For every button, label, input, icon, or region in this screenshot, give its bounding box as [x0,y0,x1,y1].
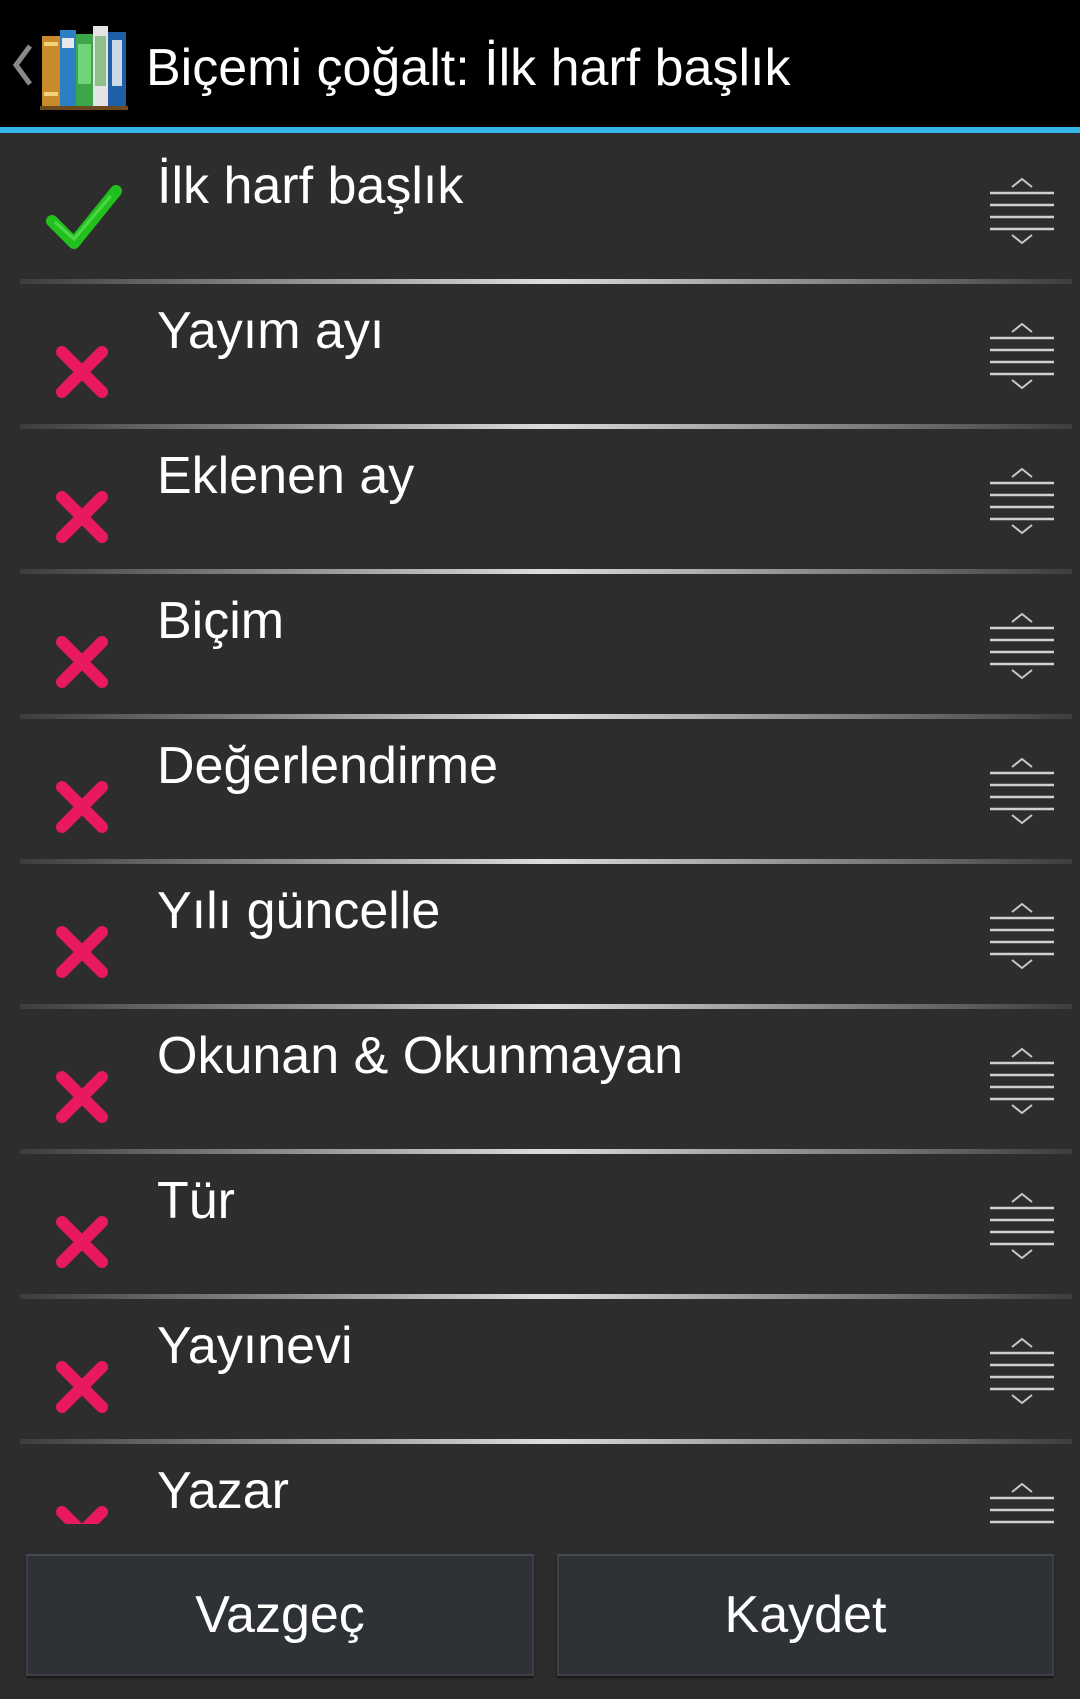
cross-icon[interactable] [46,906,122,982]
list-item-label: Yazar [157,1462,289,1520]
books-app-icon[interactable] [40,22,128,110]
drag-handle-icon[interactable] [986,755,1058,827]
list-item[interactable]: Eklenen ay [0,429,1080,574]
list-item[interactable]: Yılı güncelle [0,864,1080,1009]
list-item-label: Yayınevi [157,1317,353,1375]
cross-icon[interactable] [46,1341,122,1417]
list-item[interactable]: Biçim [0,574,1080,719]
list-item-label: Yayım ayı [157,302,385,360]
list-item-label: Biçim [157,592,285,650]
cross-icon[interactable] [46,471,122,547]
list-item[interactable]: İlk harf başlık [0,139,1080,284]
cancel-button[interactable]: Vazgeç [26,1554,534,1676]
drag-handle-icon[interactable] [986,610,1058,682]
cross-icon[interactable] [46,1486,122,1524]
cross-icon[interactable] [46,326,122,402]
checkmark-icon[interactable] [46,181,122,257]
list-item-label: İlk harf başlık [157,157,464,215]
list-item[interactable]: Yazar [0,1444,1080,1524]
drag-handle-icon[interactable] [986,1045,1058,1117]
list-item-label: Yılı güncelle [157,882,441,940]
drag-handle-icon[interactable] [986,1480,1058,1524]
page-title: Biçemi çoğalt: İlk harf başlık [146,39,791,97]
button-bar: Vazgeç Kaydet [0,1524,1080,1699]
cross-icon[interactable] [46,616,122,692]
list-item-label: Değerlendirme [157,737,499,795]
drag-handle-icon[interactable] [986,465,1058,537]
cross-icon[interactable] [46,1051,122,1127]
list-item[interactable]: Yayınevi [0,1299,1080,1444]
list-item[interactable]: Tür [0,1154,1080,1299]
cross-icon[interactable] [46,1196,122,1272]
list-item-label: Tür [157,1172,235,1230]
save-button[interactable]: Kaydet [557,1554,1054,1676]
drag-handle-icon[interactable] [986,320,1058,392]
drag-handle-icon[interactable] [986,1190,1058,1262]
list-item-label: Okunan & Okunmayan [157,1027,684,1085]
drag-handle-icon[interactable] [986,1335,1058,1407]
list-item[interactable]: Okunan & Okunmayan [0,1009,1080,1154]
list-item[interactable]: Yayım ayı [0,284,1080,429]
action-bar: Biçemi çoğalt: İlk harf başlık [0,0,1080,133]
format-list[interactable]: İlk harf başlık Yayım ayı Eklenen ay Biçim D… [0,139,1080,1524]
cross-icon[interactable] [46,761,122,837]
drag-handle-icon[interactable] [986,900,1058,972]
drag-handle-icon[interactable] [986,175,1058,247]
list-item-label: Eklenen ay [157,447,415,505]
list-item[interactable]: Değerlendirme [0,719,1080,864]
chevron-left-icon[interactable] [10,40,36,90]
